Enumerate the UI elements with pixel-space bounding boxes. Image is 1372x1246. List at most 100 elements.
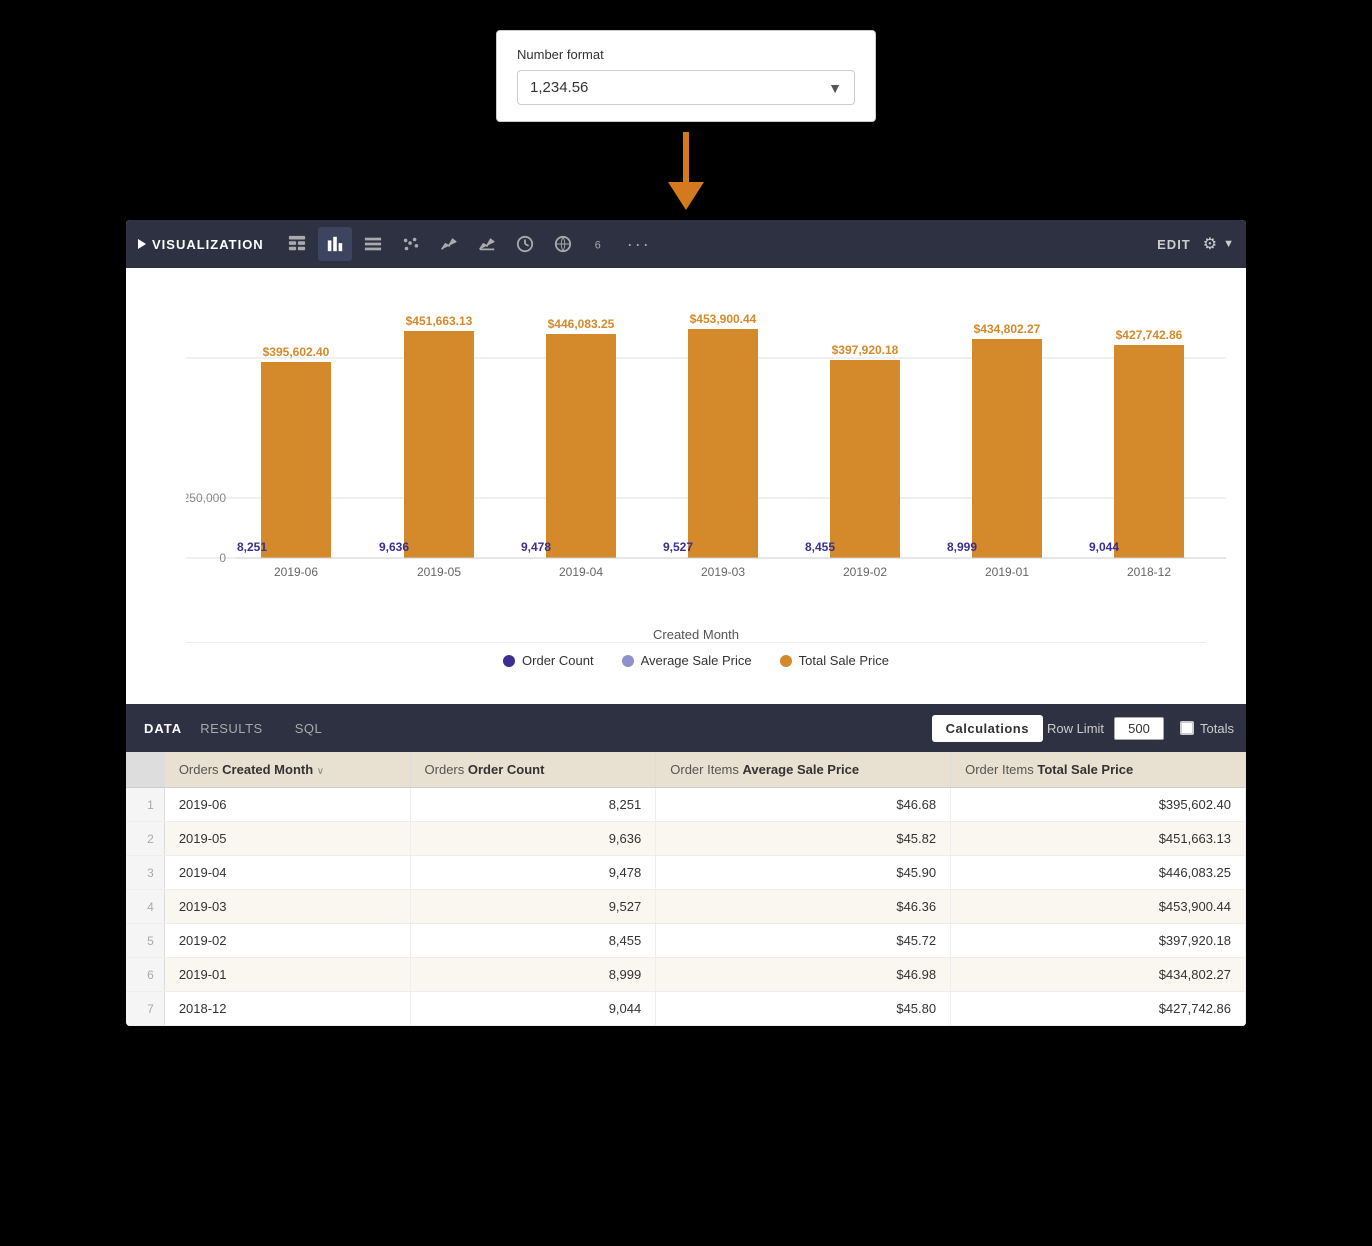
bar-2019-01[interactable] bbox=[972, 339, 1042, 558]
chart-area: 250,000 0 $395,602.40 8,251 2019-06 $451… bbox=[126, 268, 1246, 704]
cell-order-count: 9,527 bbox=[410, 890, 656, 924]
cell-created-month: 2019-02 bbox=[164, 924, 410, 958]
cell-order-count: 8,251 bbox=[410, 788, 656, 822]
svg-text:0: 0 bbox=[219, 551, 226, 565]
cell-total-price: $453,900.44 bbox=[951, 890, 1246, 924]
svg-text:2019-02: 2019-02 bbox=[843, 565, 887, 579]
main-panel: VISUALIZATION bbox=[126, 220, 1246, 1026]
results-tab[interactable]: RESULTS bbox=[186, 715, 277, 742]
row-limit-label: Row Limit bbox=[1047, 721, 1104, 736]
line-view-button[interactable] bbox=[432, 227, 466, 261]
cell-avg-price: $46.36 bbox=[656, 890, 951, 924]
cell-created-month: 2019-06 bbox=[164, 788, 410, 822]
data-table-container: Orders Created Month ∨ Orders Order Coun… bbox=[126, 752, 1246, 1026]
svg-text:9,636: 9,636 bbox=[379, 540, 409, 554]
bar-2019-03[interactable] bbox=[688, 329, 758, 558]
cell-created-month: 2019-05 bbox=[164, 822, 410, 856]
svg-text:$427,742.86: $427,742.86 bbox=[1116, 328, 1183, 342]
data-section-title: DATA bbox=[138, 721, 182, 736]
col-header-order-count[interactable]: Orders Order Count bbox=[410, 752, 656, 788]
cell-avg-price: $45.80 bbox=[656, 992, 951, 1026]
cell-total-price: $446,083.25 bbox=[951, 856, 1246, 890]
legend-label-total-sale-price: Total Sale Price bbox=[799, 653, 889, 668]
visualization-title: VISUALIZATION bbox=[138, 237, 264, 252]
cell-avg-price: $46.98 bbox=[656, 958, 951, 992]
svg-text:2019-03: 2019-03 bbox=[701, 565, 745, 579]
area-view-button[interactable] bbox=[470, 227, 504, 261]
bar-2019-04[interactable] bbox=[546, 334, 616, 558]
cell-created-month: 2019-04 bbox=[164, 856, 410, 890]
totals-label-text: Totals bbox=[1200, 721, 1234, 736]
list-view-button[interactable] bbox=[356, 227, 390, 261]
table-row: 7 2018-12 9,044 $45.80 $427,742.86 bbox=[126, 992, 1246, 1026]
svg-text:6: 6 bbox=[594, 240, 600, 252]
svg-text:$434,802.27: $434,802.27 bbox=[974, 322, 1041, 336]
bar-chart-view-button[interactable] bbox=[318, 227, 352, 261]
cell-total-price: $395,602.40 bbox=[951, 788, 1246, 822]
cell-avg-price: $45.82 bbox=[656, 822, 951, 856]
svg-text:2019-01: 2019-01 bbox=[985, 565, 1029, 579]
cell-avg-price: $45.90 bbox=[656, 856, 951, 890]
legend-item-order-count: Order Count bbox=[503, 653, 594, 668]
cell-total-price: $451,663.13 bbox=[951, 822, 1246, 856]
cell-total-price: $397,920.18 bbox=[951, 924, 1246, 958]
svg-text:9,527: 9,527 bbox=[663, 540, 693, 554]
cell-avg-price: $46.68 bbox=[656, 788, 951, 822]
cell-created-month: 2019-03 bbox=[164, 890, 410, 924]
x-axis-label: Created Month bbox=[186, 627, 1206, 642]
cell-order-count: 9,044 bbox=[410, 992, 656, 1026]
row-number: 2 bbox=[126, 822, 164, 856]
svg-text:8,999: 8,999 bbox=[947, 540, 977, 554]
more-views-button[interactable]: ··· bbox=[622, 227, 656, 261]
svg-text:$453,900.44: $453,900.44 bbox=[690, 312, 757, 326]
svg-text:8,455: 8,455 bbox=[805, 540, 835, 554]
row-limit-input[interactable] bbox=[1114, 717, 1164, 740]
svg-text:250,000: 250,000 bbox=[186, 491, 226, 505]
col-header-created-month-text: Orders Created Month ∨ bbox=[179, 762, 324, 777]
col-header-avg-price-text: Order Items Average Sale Price bbox=[670, 762, 859, 777]
totals-checkbox[interactable] bbox=[1180, 721, 1194, 735]
table-view-button[interactable] bbox=[280, 227, 314, 261]
settings-dropdown-arrow[interactable]: ▼ bbox=[1223, 238, 1234, 250]
timeline-view-button[interactable] bbox=[508, 227, 542, 261]
table-row: 5 2019-02 8,455 $45.72 $397,920.18 bbox=[126, 924, 1246, 958]
sql-tab[interactable]: SQL bbox=[281, 715, 337, 742]
chevron-down-icon: ▼ bbox=[828, 80, 842, 96]
bar-2019-06[interactable] bbox=[261, 362, 331, 558]
bar-chart-svg: 250,000 0 $395,602.40 8,251 2019-06 $451… bbox=[186, 298, 1226, 618]
cell-created-month: 2019-01 bbox=[164, 958, 410, 992]
edit-button[interactable]: EDIT bbox=[1157, 237, 1191, 252]
chart-legend: Order Count Average Sale Price Total Sal… bbox=[186, 642, 1206, 684]
svg-text:9,044: 9,044 bbox=[1089, 540, 1119, 554]
results-table: Orders Created Month ∨ Orders Order Coun… bbox=[126, 752, 1246, 1026]
svg-text:2019-06: 2019-06 bbox=[274, 565, 318, 579]
row-number: 4 bbox=[126, 890, 164, 924]
data-section-header: DATA RESULTS SQL Calculations Row Limit … bbox=[126, 704, 1246, 752]
legend-dot-order-count bbox=[503, 655, 515, 667]
legend-dot-avg-sale-price bbox=[622, 655, 634, 667]
svg-text:9,478: 9,478 bbox=[521, 540, 551, 554]
collapse-triangle-icon[interactable] bbox=[138, 239, 146, 249]
bar-2018-12[interactable] bbox=[1114, 345, 1184, 558]
calculations-tab[interactable]: Calculations bbox=[932, 715, 1043, 742]
col-header-avg-price[interactable]: Order Items Average Sale Price bbox=[656, 752, 951, 788]
scatter-view-button[interactable] bbox=[394, 227, 428, 261]
bar-2019-05[interactable] bbox=[404, 331, 474, 558]
col-header-created-month[interactable]: Orders Created Month ∨ bbox=[164, 752, 410, 788]
col-header-total-price-text: Order Items Total Sale Price bbox=[965, 762, 1133, 777]
row-number: 3 bbox=[126, 856, 164, 890]
cell-order-count: 8,455 bbox=[410, 924, 656, 958]
legend-label-order-count: Order Count bbox=[522, 653, 594, 668]
cell-total-price: $434,802.27 bbox=[951, 958, 1246, 992]
map-view-button[interactable] bbox=[546, 227, 580, 261]
bar-2019-02[interactable] bbox=[830, 360, 900, 558]
col-header-total-price[interactable]: Order Items Total Sale Price bbox=[951, 752, 1246, 788]
col-header-num bbox=[126, 752, 164, 788]
number-view-button[interactable]: 6 bbox=[584, 227, 618, 261]
settings-button[interactable]: ⚙ bbox=[1203, 234, 1217, 254]
table-row: 2 2019-05 9,636 $45.82 $451,663.13 bbox=[126, 822, 1246, 856]
legend-item-avg-sale-price: Average Sale Price bbox=[622, 653, 752, 668]
down-arrow bbox=[668, 132, 704, 210]
legend-dot-total-sale-price bbox=[780, 655, 792, 667]
number-format-select[interactable]: 1,234.56 ▼ bbox=[517, 70, 855, 105]
